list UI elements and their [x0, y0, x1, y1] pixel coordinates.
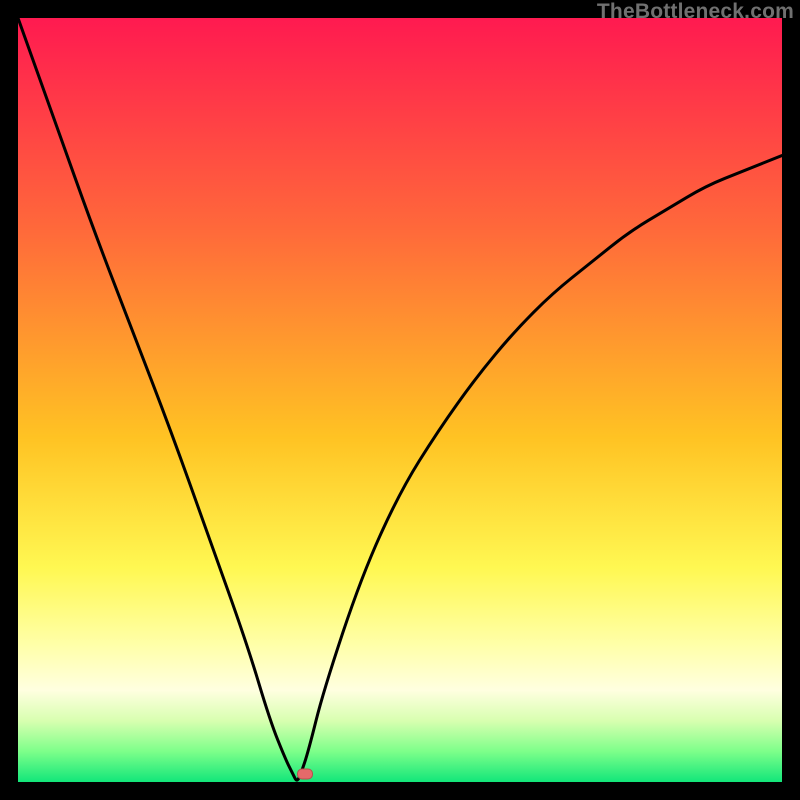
plot-area: [18, 18, 782, 782]
chart-frame: [14, 14, 786, 786]
bottleneck-curve: [18, 18, 782, 782]
optimal-point-marker: [297, 769, 313, 780]
watermark-text: TheBottleneck.com: [597, 0, 794, 24]
